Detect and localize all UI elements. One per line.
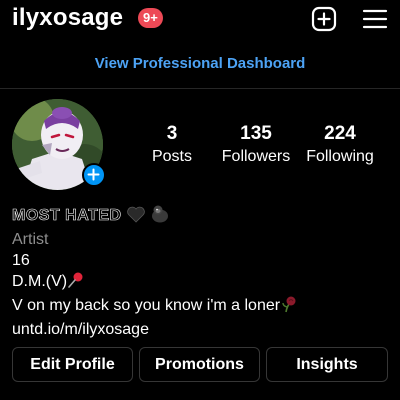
followers-count: 135 [240, 123, 272, 144]
followers-stat[interactable]: 135 Followers [214, 122, 298, 168]
bio-dm-text: D.M.(V) [12, 273, 68, 290]
pushpin-emoji [67, 271, 85, 295]
bio-display-name: MOST HATED [12, 205, 392, 229]
insights-button[interactable]: Insights [266, 347, 388, 382]
bio-line-dm: D.M.(V) [12, 271, 392, 295]
bio-section: MOST HATED Artist 16 D.M.(V) V on my bac… [12, 205, 392, 340]
username-title[interactable]: ilyxosage [12, 4, 123, 32]
following-count: 224 [324, 123, 356, 144]
bio-link[interactable]: untd.io/m/ilyxosage [12, 319, 392, 340]
notification-badge[interactable]: 9+ [138, 8, 163, 28]
view-professional-dashboard-link[interactable]: View Professional Dashboard [0, 55, 400, 72]
posts-stat[interactable]: 3 Posts [138, 122, 206, 168]
posts-count: 3 [166, 123, 178, 144]
bio-category: Artist [12, 231, 49, 248]
plus-square-icon[interactable] [311, 6, 337, 32]
promotions-button[interactable]: Promotions [139, 347, 260, 382]
gorilla-emoji [150, 205, 170, 229]
plus-icon [87, 168, 100, 181]
profile-actions: Edit Profile Promotions Insights [12, 347, 388, 382]
following-label: Following [306, 148, 374, 165]
posts-label: Posts [151, 148, 192, 165]
hamburger-menu-icon[interactable] [362, 8, 388, 30]
following-stat[interactable]: 224 Following [302, 122, 378, 168]
bio-quote-text: V on my back so you know i'm a loner [12, 297, 281, 314]
top-bar: ilyxosage 9+ [0, 0, 400, 40]
wilted-rose-emoji [280, 295, 298, 319]
edit-profile-button[interactable]: Edit Profile [12, 347, 133, 382]
divider [0, 88, 400, 89]
followers-label: Followers [221, 148, 291, 165]
black-heart-emoji [126, 206, 145, 229]
bio-line-age: 16 [12, 252, 30, 269]
add-story-button[interactable] [82, 163, 106, 187]
display-name-text: MOST HATED [12, 207, 122, 225]
bio-line-quote: V on my back so you know i'm a loner [12, 295, 392, 319]
